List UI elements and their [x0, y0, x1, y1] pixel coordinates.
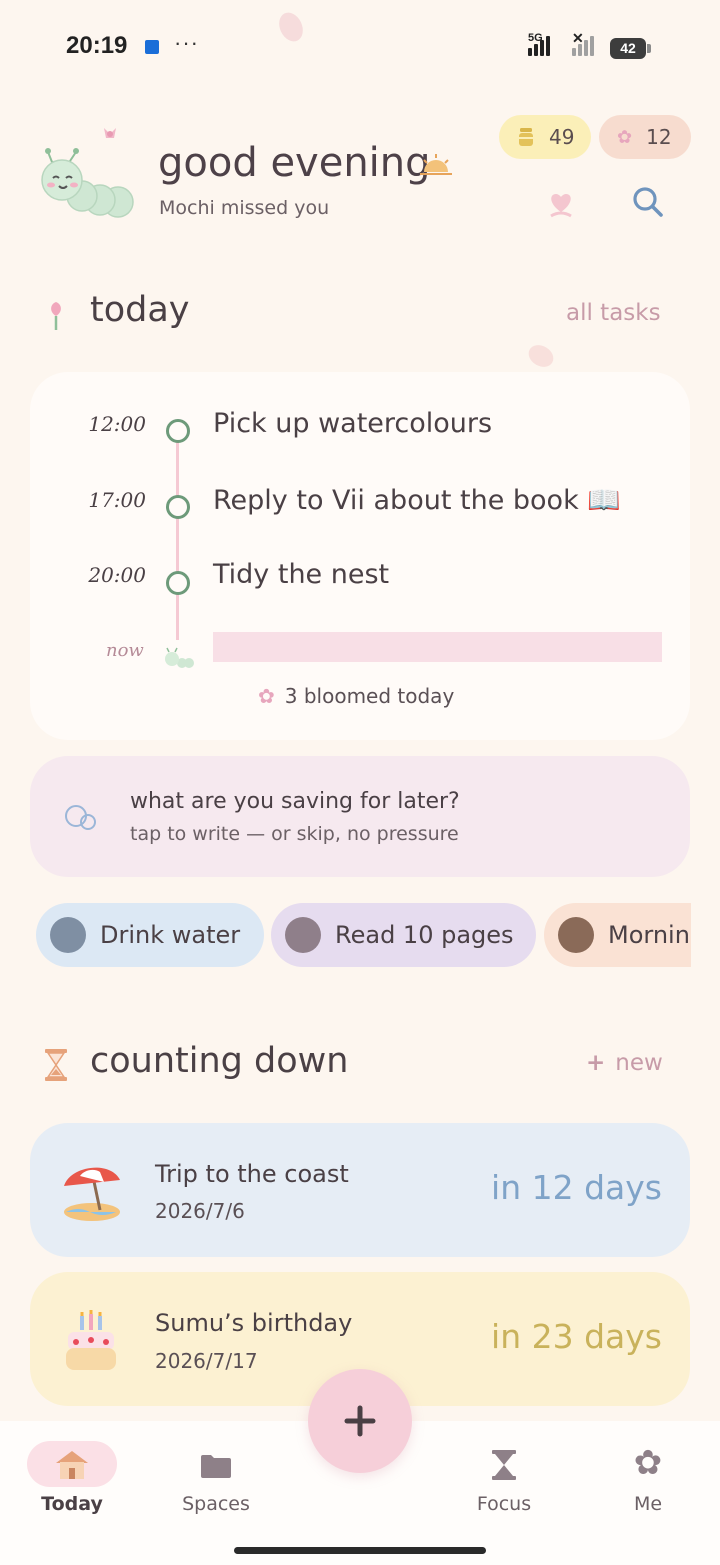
task-time: 20:00 [88, 563, 146, 587]
now-label: now [106, 640, 144, 661]
nav-label: Today [41, 1493, 103, 1515]
battery-tip [647, 44, 651, 53]
bubbles-icon [65, 805, 96, 830]
notification-icon [145, 40, 159, 54]
task-checkbox[interactable] [166, 495, 190, 519]
honey-counter[interactable]: 49 [499, 115, 591, 159]
heart-icon[interactable] [543, 186, 579, 222]
search-icon[interactable] [630, 184, 666, 220]
task-title[interactable]: Reply to Vii about the book 📖 [213, 484, 621, 516]
petal-decoration [524, 340, 558, 372]
task-time: 12:00 [88, 412, 146, 436]
countdown-date: 2026/7/6 [155, 1199, 245, 1223]
new-countdown-button[interactable]: + new [586, 1050, 663, 1076]
saving-prompt-card[interactable] [30, 756, 690, 877]
more-notifications-icon: ··· [174, 30, 199, 55]
status-time: 20:19 [66, 32, 128, 59]
beach-umbrella-icon [64, 1167, 120, 1221]
blossom-count: 12 [646, 125, 672, 149]
plus-icon [344, 1405, 376, 1437]
habit-chip-read[interactable]: Read 10 pages [271, 903, 536, 967]
hourglass-icon [45, 1049, 67, 1081]
habit-label: Drink water [100, 921, 241, 949]
sunset-icon [420, 154, 452, 175]
hourglass-icon [492, 1450, 516, 1480]
task-checkbox[interactable] [166, 571, 190, 595]
habit-chip-morning[interactable]: Morning [544, 903, 691, 967]
habit-chip-drink-water[interactable]: Drink water [36, 903, 264, 967]
bloomed-summary: ✿ 3 bloomed today [258, 684, 454, 708]
now-indicator-bar [213, 632, 662, 662]
new-label: new [615, 1050, 663, 1076]
countdown-title: Sumu’s birthday [155, 1309, 353, 1337]
countdown-days: in 12 days [491, 1168, 662, 1207]
task-title[interactable]: Tidy the nest [213, 559, 389, 590]
add-button[interactable] [308, 1369, 412, 1473]
honey-jar-icon [519, 128, 533, 146]
timeline-line [176, 440, 179, 640]
countdown-section-title: counting down [90, 1041, 349, 1081]
petal-decoration [274, 8, 308, 46]
greeting-subtitle: Mochi missed you [159, 197, 330, 219]
no-signal-icon: ✕ [572, 30, 584, 46]
blossom-icon: ✿ [617, 126, 633, 148]
bloomed-text: 3 bloomed today [284, 684, 455, 708]
honey-count: 49 [549, 125, 575, 149]
birthday-cake-icon [66, 1310, 116, 1370]
habit-label: Morning [608, 921, 691, 949]
home-indicator [234, 1547, 486, 1554]
habit-chips-row[interactable]: Drink water Read 10 pages Morning [36, 903, 691, 969]
habit-label: Read 10 pages [335, 921, 514, 949]
greeting-title: good evening [158, 140, 431, 186]
plus-icon: + [586, 1050, 606, 1076]
countdown-date: 2026/7/17 [155, 1349, 258, 1373]
blossom-icon: ✿ [258, 684, 275, 708]
task-time: 17:00 [88, 488, 146, 512]
house-icon [56, 1451, 88, 1479]
prompt-hint: tap to write — or skip, no pressure [130, 823, 459, 845]
nav-label: Me [633, 1493, 663, 1515]
today-section-title: today [90, 290, 190, 330]
countdown-days: in 23 days [491, 1317, 662, 1356]
prompt-question[interactable]: what are you saving for later? [130, 789, 460, 814]
blossom-counter[interactable]: ✿ 12 [599, 115, 691, 159]
nav-label: Focus [476, 1493, 532, 1515]
caterpillar-mascot [41, 128, 134, 218]
caterpillar-marker-icon [165, 647, 194, 668]
task-title[interactable]: Pick up watercolours [213, 408, 492, 439]
morning-avatar-icon [558, 917, 594, 953]
flower-icon: ✿ [633, 1443, 663, 1483]
folder-icon [201, 1455, 231, 1478]
countdown-title: Trip to the coast [155, 1160, 349, 1188]
battery-icon: 42 [610, 38, 646, 59]
tulip-icon [51, 302, 61, 330]
water-avatar-icon [50, 917, 86, 953]
task-checkbox[interactable] [166, 419, 190, 443]
book-avatar-icon [285, 917, 321, 953]
all-tasks-link[interactable]: all tasks [566, 300, 661, 326]
signal-icon [528, 36, 550, 56]
nav-label: Spaces [182, 1493, 250, 1515]
